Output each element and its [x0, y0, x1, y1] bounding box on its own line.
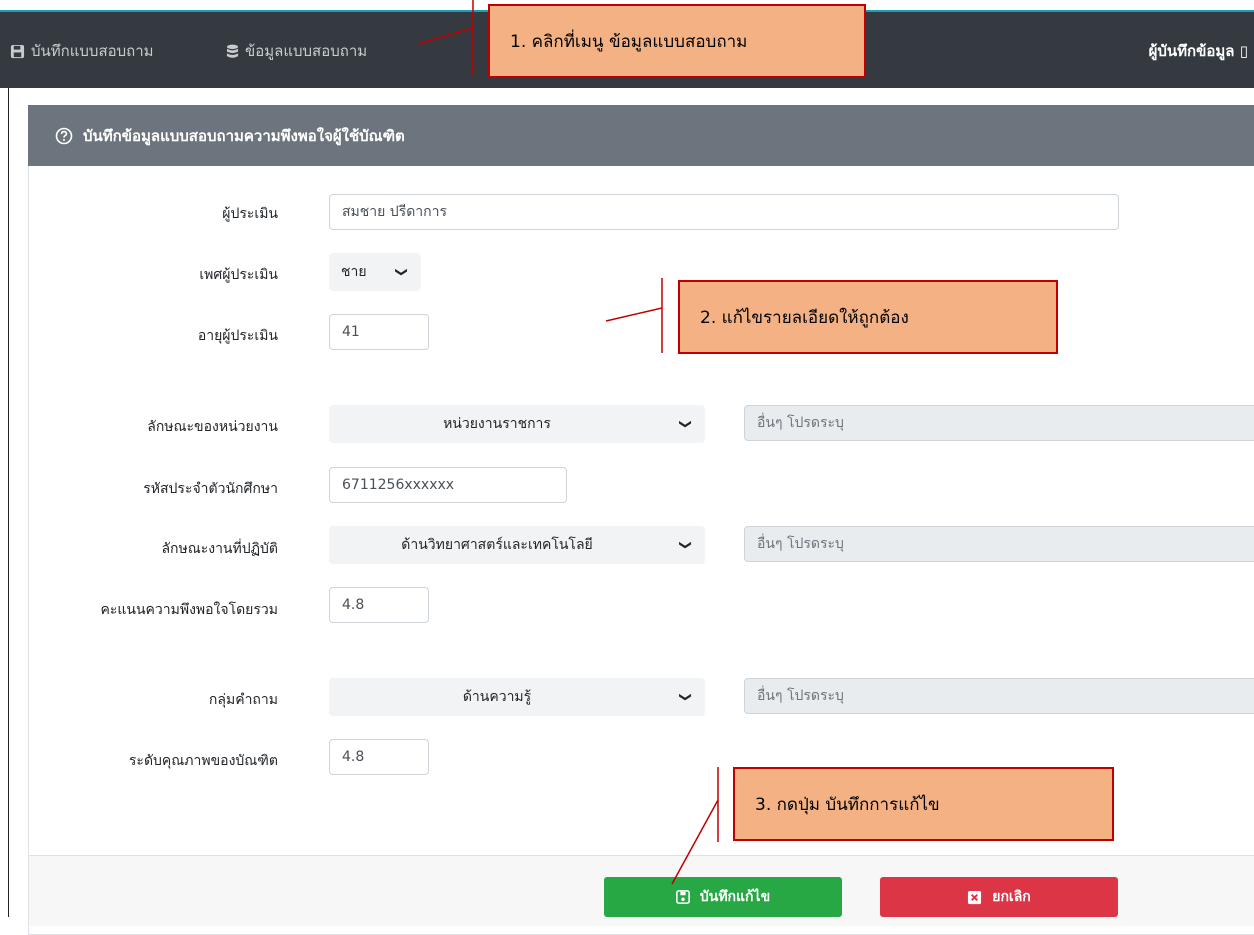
- current-user-label[interactable]: ผู้บันทึกข้อมูล ▯: [1149, 39, 1248, 63]
- org-type-select[interactable]: หน่วยงานราชการ ❯: [329, 405, 705, 443]
- floppy-icon: [675, 890, 690, 904]
- callout-step-1: 1. คลิกที่เมนู ข้อมูลแบบสอบถาม: [488, 4, 866, 78]
- chevron-down-icon: ❯: [678, 539, 693, 551]
- work-type-label: ลักษณะงานที่ปฏิบัติ: [161, 541, 278, 557]
- chevron-down-icon: ❯: [394, 266, 409, 278]
- question-group-select-value: ด้านความรู้: [462, 689, 532, 705]
- database-icon: [226, 44, 239, 58]
- floppy-icon: [10, 44, 25, 58]
- callout-step-2: 2. แก้ไขรายลเอียดให้ถูกต้อง: [678, 280, 1058, 354]
- age-input[interactable]: 41: [329, 314, 429, 350]
- quality-input[interactable]: 4.8: [329, 739, 429, 775]
- callout-step-2-text: 2. แก้ไขรายลเอียดให้ถูกต้อง: [700, 307, 909, 328]
- save-edit-button-label: บันทึกแก้ไข: [699, 889, 771, 905]
- work-type-select[interactable]: ด้านวิทยาศาสตร์และเทคโนโลยี ❯: [329, 526, 705, 564]
- close-square-icon: [968, 890, 982, 904]
- callout-step-3-text: 3. กดปุ่ม บันทึกการแก้ไข: [755, 794, 940, 815]
- save-edit-button[interactable]: บันทึกแก้ไข: [604, 877, 842, 917]
- evaluator-label: ผู้ประเมิน: [222, 206, 278, 222]
- overall-score-input[interactable]: 4.8: [329, 587, 429, 623]
- question-group-label: กลุ่มคำถาม: [208, 692, 278, 708]
- gender-select[interactable]: ชาย ❯: [329, 253, 421, 291]
- student-id-label: รหัสประจำตัวนักศึกษา: [143, 481, 278, 497]
- work-type-select-value: ด้านวิทยาศาสตร์และเทคโนโลยี: [401, 537, 593, 553]
- evaluator-input[interactable]: สมชาย ปรีดาการ: [329, 194, 1119, 230]
- gender-select-value: ชาย: [341, 264, 367, 280]
- work-type-other-input[interactable]: อื่นๆ โปรดระบุ: [744, 526, 1254, 562]
- nav-save-survey[interactable]: บันทึกแบบสอบถาม: [10, 39, 154, 63]
- student-id-input[interactable]: 6711256xxxxxx: [329, 467, 567, 503]
- question-group-other-input[interactable]: อื่นๆ โปรดระบุ: [744, 678, 1254, 714]
- chevron-down-icon: ❯: [678, 418, 693, 430]
- callout-step-1-text: 1. คลิกที่เมนู ข้อมูลแบบสอบถาม: [510, 31, 748, 52]
- question-circle-icon: [55, 127, 73, 144]
- nav-survey-data[interactable]: ข้อมูลแบบสอบถาม: [226, 39, 367, 63]
- chevron-down-icon: ❯: [678, 691, 693, 703]
- page-left-border: [8, 88, 9, 917]
- cancel-button[interactable]: ยกเลิก: [880, 877, 1118, 917]
- org-type-select-value: หน่วยงานราชการ: [443, 416, 551, 432]
- quality-label: ระดับคุณภาพของบัณฑิต: [128, 753, 278, 769]
- nav-save-survey-label: บันทึกแบบสอบถาม: [31, 42, 154, 60]
- card-title: บันทึกข้อมูลแบบสอบถามความพึงพอใจผู้ใช้บั…: [83, 126, 405, 145]
- age-label: อายุผู้ประเมิน: [197, 328, 278, 344]
- callout-step-3: 3. กดปุ่ม บันทึกการแก้ไข: [733, 767, 1114, 841]
- nav-survey-data-label: ข้อมูลแบบสอบถาม: [245, 42, 368, 60]
- org-type-other-input[interactable]: อื่นๆ โปรดระบุ: [744, 405, 1254, 441]
- card-header: บันทึกข้อมูลแบบสอบถามความพึงพอใจผู้ใช้บั…: [28, 105, 1254, 166]
- org-type-label: ลักษณะของหน่วยงาน: [147, 419, 278, 435]
- cancel-button-label: ยกเลิก: [992, 889, 1031, 905]
- question-group-select[interactable]: ด้านความรู้ ❯: [329, 678, 705, 716]
- gender-label: เพศผู้ประเมิน: [199, 267, 278, 283]
- overall-score-label: คะแนนความพึงพอใจโดยรวม: [100, 602, 278, 618]
